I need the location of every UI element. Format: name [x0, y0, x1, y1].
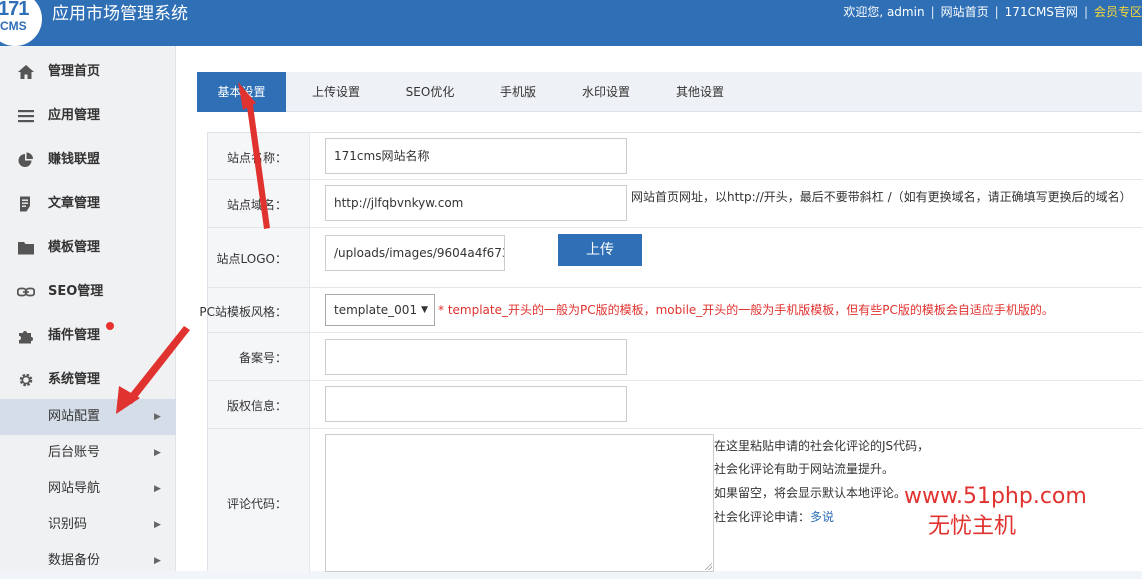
- comment-code-textarea[interactable]: [325, 434, 714, 572]
- sidebar-item-label: 模板管理: [48, 240, 101, 255]
- site-logo-label: 站点LOGO：: [216, 252, 287, 266]
- site-home-link[interactable]: 网站首页: [941, 4, 989, 20]
- sidebar-item-earn-alliance[interactable]: 赚钱联盟: [0, 138, 176, 182]
- tab-seo[interactable]: SEO优化: [391, 72, 469, 112]
- resize-handle-icon[interactable]: [704, 562, 712, 570]
- comment-code-label: 评论代码：: [226, 497, 287, 511]
- sidebar-item-label: 管理首页: [48, 64, 101, 79]
- sidebar-item-admin-home[interactable]: 管理首页: [0, 50, 176, 94]
- sidebar-item-label: 系统管理: [48, 372, 101, 387]
- upload-button[interactable]: 上传: [558, 234, 642, 266]
- link-icon: [17, 287, 35, 297]
- sidebar-subitem-label: 数据备份: [48, 553, 101, 568]
- welcome-text: 欢迎您, admin: [843, 5, 925, 19]
- app-title: 应用市场管理系统: [52, 4, 188, 24]
- top-header: 171 CMS 应用市场管理系统 欢迎您, admin | 网站首页 | 171CMS官…: [0, 0, 1142, 46]
- tab-watermark[interactable]: 水印设置: [567, 72, 645, 112]
- site-domain-input[interactable]: http://jlfqbvnkyw.com: [325, 185, 627, 221]
- sidebar-subitem-id-code[interactable]: 识别码 ▶: [0, 507, 176, 543]
- copyright-label: 版权信息：: [226, 399, 287, 413]
- sidebar-subitem-label: 网站导航: [48, 481, 101, 496]
- chevron-right-icon: ▶: [154, 556, 161, 566]
- pc-template-label: PC站模板风格：: [199, 305, 287, 319]
- comment-apply-row: 社会化评论申请：多说: [714, 509, 834, 525]
- top-nav: 欢迎您, admin | 网站首页 | 171CMS官网 | 会员专区: [843, 4, 1142, 20]
- folder-icon: [18, 242, 34, 255]
- row-icp: 备案号：: [208, 333, 1142, 381]
- logo[interactable]: 171 CMS: [0, 0, 42, 46]
- tab-upload-settings[interactable]: 上传设置: [297, 72, 375, 112]
- pc-template-select[interactable]: template_001 ▼: [325, 294, 435, 326]
- notification-dot: [106, 322, 114, 330]
- comment-hint-line-2: 社会化评论有助于网站流量提升。: [714, 462, 895, 476]
- site-name-input[interactable]: 171cms网站名称: [325, 138, 627, 174]
- puzzle-icon: [19, 331, 33, 344]
- duoshuo-link[interactable]: 多说: [810, 510, 834, 524]
- site-name-label: 站点名称：: [226, 151, 287, 165]
- sidebar-subitem-data-backup[interactable]: 数据备份 ▶: [0, 543, 176, 579]
- sidebar-subitem-label: 识别码: [48, 517, 88, 532]
- row-pc-template: PC站模板风格： template_001 ▼ * template_开头的一般…: [199, 288, 1142, 333]
- icp-label: 备案号：: [238, 351, 287, 365]
- sidebar-subitem-site-nav[interactable]: 网站导航 ▶: [0, 471, 176, 507]
- logo-text-cms: CMS: [0, 19, 27, 33]
- sidebar-item-article-manage[interactable]: 文章管理: [0, 182, 176, 226]
- official-site-link[interactable]: 171CMS官网: [1005, 4, 1078, 20]
- sidebar-subitem-site-config[interactable]: 网站配置 ▶: [0, 399, 176, 435]
- sidebar: 管理首页 应用管理 赚钱联盟 文章管理 模板管理 SEO管理 插件管理 系统管理…: [0, 46, 176, 571]
- pc-template-hint: * template_开头的一般为PC版的模板，mobile_开头的一般为手机版…: [438, 303, 1054, 317]
- row-site-domain: 站点域名： http://jlfqbvnkyw.com 网站首页网址，以http…: [208, 180, 1142, 228]
- sidebar-item-seo-manage[interactable]: SEO管理: [0, 270, 176, 314]
- member-link[interactable]: 会员专区: [1094, 4, 1142, 20]
- pie-chart-icon: [18, 152, 33, 167]
- sidebar-subitem-admin-accounts[interactable]: 后台账号 ▶: [0, 435, 176, 471]
- document-icon: [20, 196, 30, 212]
- list-icon: [18, 110, 34, 123]
- tab-other-settings[interactable]: 其他设置: [661, 72, 739, 112]
- watermark-brand: 无忧主机: [928, 514, 1017, 539]
- watermark-url: www.51php.com: [904, 484, 1087, 509]
- settings-tabs: 基本设置 上传设置 SEO优化 手机版 水印设置 其他设置: [197, 72, 1142, 112]
- row-site-name: 站点名称： 171cms网站名称: [208, 133, 1142, 180]
- sidebar-item-label: 应用管理: [48, 108, 101, 123]
- chevron-right-icon: ▶: [154, 448, 161, 458]
- sidebar-item-system-manage[interactable]: 系统管理: [0, 358, 176, 402]
- icp-input[interactable]: [325, 339, 627, 375]
- row-copyright: 版权信息：: [208, 381, 1142, 429]
- site-domain-hint: 网站首页网址，以http://开头，最后不要带斜杠 /（如有更换域名，请正确填写…: [631, 190, 1132, 204]
- sidebar-item-label: 赚钱联盟: [48, 152, 101, 167]
- tab-basic-settings[interactable]: 基本设置: [197, 72, 286, 112]
- site-logo-input[interactable]: /uploads/images/9604a4f67391: [325, 235, 505, 271]
- comment-apply-text: 社会化评论申请：: [714, 510, 811, 524]
- comment-hint-line-1: 在这里粘贴申请的社会化评论的JS代码，: [714, 439, 930, 453]
- sidebar-subitem-label: 网站配置: [48, 409, 101, 424]
- sidebar-subitem-label: 后台账号: [48, 445, 101, 460]
- sidebar-item-label: 插件管理: [48, 328, 101, 343]
- gear-icon: [19, 373, 33, 387]
- sidebar-item-app-manage[interactable]: 应用管理: [0, 94, 176, 138]
- chevron-right-icon: ▶: [154, 484, 161, 494]
- chevron-right-icon: ▶: [154, 412, 161, 422]
- sidebar-item-label: 文章管理: [48, 196, 101, 211]
- row-site-logo: 站点LOGO： /uploads/images/9604a4f67391 上传: [208, 228, 1142, 288]
- logo-text-171: 171: [0, 0, 29, 20]
- sidebar-item-template-manage[interactable]: 模板管理: [0, 226, 176, 270]
- copyright-input[interactable]: [325, 386, 627, 422]
- site-domain-label: 站点域名：: [226, 198, 287, 212]
- pc-template-selected-value: template_001: [334, 303, 418, 317]
- sidebar-item-label: SEO管理: [48, 284, 104, 299]
- dropdown-arrow-icon: ▼: [421, 305, 428, 315]
- sidebar-item-plugin-manage[interactable]: 插件管理: [0, 314, 176, 358]
- home-icon: [18, 65, 34, 79]
- chevron-right-icon: ▶: [154, 520, 161, 530]
- comment-hint-line-3: 如果留空，将会显示默认本地评论。: [714, 486, 907, 500]
- tab-mobile[interactable]: 手机版: [483, 72, 553, 112]
